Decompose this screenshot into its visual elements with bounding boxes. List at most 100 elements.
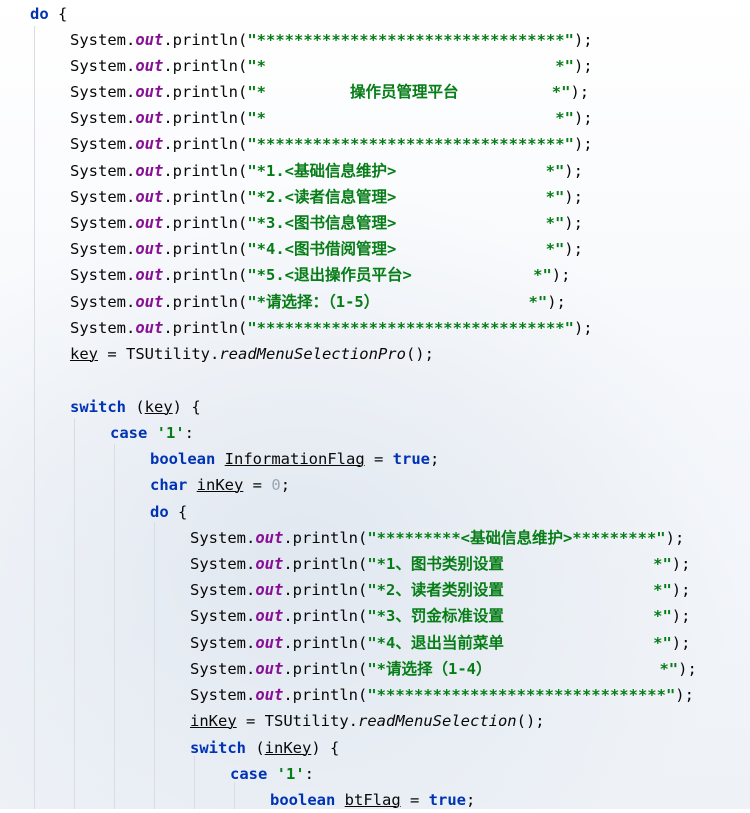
code-token: out (255, 581, 284, 599)
code-token: ); (564, 188, 583, 206)
code-line[interactable]: case '1': (110, 420, 194, 446)
code-line[interactable]: switch (key) { (70, 394, 201, 420)
code-token: key (70, 345, 98, 363)
code-token: ; (429, 450, 440, 468)
code-token: "* *" (247, 109, 574, 127)
code-token: out (135, 266, 164, 284)
code-line[interactable]: System.out.println("********************… (70, 131, 593, 157)
code-token: .println( (163, 135, 248, 153)
code-line[interactable]: char inKey = 0; (150, 472, 290, 498)
code-token: (); (405, 345, 434, 363)
code-token: ) { (311, 739, 340, 757)
code-token: "*4.<图书借阅管理> *" (247, 240, 565, 258)
code-token: .println( (163, 162, 248, 180)
code-token: out (135, 83, 164, 101)
code-token: key (144, 398, 173, 416)
code-token: switch (190, 739, 246, 757)
code-line[interactable]: System.out.println("*4.<图书借阅管理> *"); (70, 236, 583, 262)
code-token: = TSUtility. (236, 712, 358, 730)
code-token: System. (70, 162, 136, 180)
code-token: .println( (163, 240, 248, 258)
code-line[interactable]: boolean InformationFlag = true; (150, 446, 439, 472)
code-token: (); (516, 712, 545, 730)
code-token: case (110, 424, 148, 442)
code-token: = (243, 476, 272, 494)
code-line[interactable]: System.out.println("*4、退出当前菜单 *"); (190, 630, 690, 656)
code-token: out (255, 634, 284, 652)
code-line[interactable]: System.out.println("*1.<基础信息维护> *"); (70, 158, 583, 184)
code-line[interactable]: boolean btFlag = true; (270, 787, 475, 813)
code-token: ; (280, 476, 291, 494)
indent-guide (194, 756, 195, 809)
code-token: out (135, 188, 164, 206)
code-token: do (30, 5, 49, 23)
code-line[interactable]: inKey = TSUtility.readMenuSelection(); (190, 708, 545, 734)
code-token: readMenuSelectionPro (219, 345, 406, 363)
code-line[interactable]: do { (30, 1, 67, 27)
code-token: .println( (163, 214, 248, 232)
code-token: ); (547, 293, 566, 311)
code-line[interactable]: System.out.println("*1、图书类别设置 *"); (190, 551, 690, 577)
code-line[interactable]: switch (inKey) { (190, 735, 339, 761)
code-line[interactable]: System.out.println("*3、罚金标准设置 *"); (190, 603, 690, 629)
code-token: ); (671, 555, 691, 573)
code-line[interactable]: do { (150, 499, 187, 525)
code-token: ); (570, 83, 590, 101)
code-token: ); (573, 109, 593, 127)
code-line[interactable]: System.out.println("*3.<图书信息管理> *"); (70, 210, 583, 236)
code-line[interactable]: System.out.println("*2.<读者信息管理> *"); (70, 184, 583, 210)
code-token: ); (665, 529, 685, 547)
code-token: .println( (163, 293, 248, 311)
code-editor[interactable]: do {System.out.println("****************… (0, 0, 750, 809)
indent-guide (74, 418, 75, 809)
code-token: '1' (156, 424, 185, 442)
code-line[interactable]: System.out.println("*请选择（1-4） *"); (190, 656, 697, 682)
code-token: out (135, 240, 164, 258)
code-token: "*5.<退出操作员平台> *" (247, 266, 552, 284)
code-token: out (255, 686, 284, 704)
code-token: = (400, 791, 429, 809)
code-line[interactable]: System.out.println("* *"); (70, 105, 593, 131)
code-token: ; (466, 791, 476, 809)
code-line[interactable]: System.out.println("*5.<退出操作员平台> *"); (70, 262, 570, 288)
code-line[interactable]: System.out.println("********************… (70, 315, 593, 341)
code-token: "*请选择（1-4） *" (367, 660, 679, 678)
code-token: : (184, 424, 195, 442)
code-token: System. (70, 109, 136, 127)
code-line[interactable]: System.out.println("*请选择：（1-5） *"); (70, 289, 566, 315)
code-line[interactable]: System.out.println("********************… (190, 682, 694, 708)
code-line[interactable]: System.out.println("********************… (70, 27, 593, 53)
code-token: "*1、图书类别设置 *" (367, 555, 672, 573)
code-line[interactable]: key = TSUtility.readMenuSelectionPro(); (70, 341, 434, 367)
code-line[interactable]: case '1': (230, 761, 314, 787)
code-token: ); (564, 162, 583, 180)
code-token: out (135, 162, 164, 180)
code-token: "*********************************" (247, 31, 574, 49)
code-token: btFlag (344, 791, 401, 809)
code-line[interactable]: System.out.println("* 操作员管理平台 *"); (70, 79, 589, 105)
code-token: ); (564, 240, 583, 258)
code-line[interactable]: System.out.println("* *"); (70, 53, 593, 79)
code-token: out (135, 214, 164, 232)
code-token: ); (671, 634, 691, 652)
code-token: out (135, 109, 164, 127)
indent-guide (114, 444, 115, 809)
code-token: "*4、退出当前菜单 *" (367, 634, 672, 652)
code-line[interactable]: System.out.println("*********<基础信息维护>***… (190, 525, 684, 551)
code-line[interactable]: System.out.println("*2、读者类别设置 *"); (190, 577, 690, 603)
code-token: out (255, 660, 284, 678)
code-token: .println( (283, 686, 368, 704)
code-token: System. (70, 135, 136, 153)
code-token: out (255, 607, 284, 625)
code-token: System. (70, 188, 136, 206)
code-token: inKey (190, 712, 237, 730)
code-token: 0 (271, 476, 281, 494)
code-token: .println( (283, 660, 368, 678)
code-token: "*********<基础信息维护>*********" (367, 529, 666, 547)
code-token: ( (126, 398, 145, 416)
code-token: .println( (283, 634, 368, 652)
code-token: "*******************************" (367, 686, 676, 704)
code-token: .println( (283, 581, 368, 599)
